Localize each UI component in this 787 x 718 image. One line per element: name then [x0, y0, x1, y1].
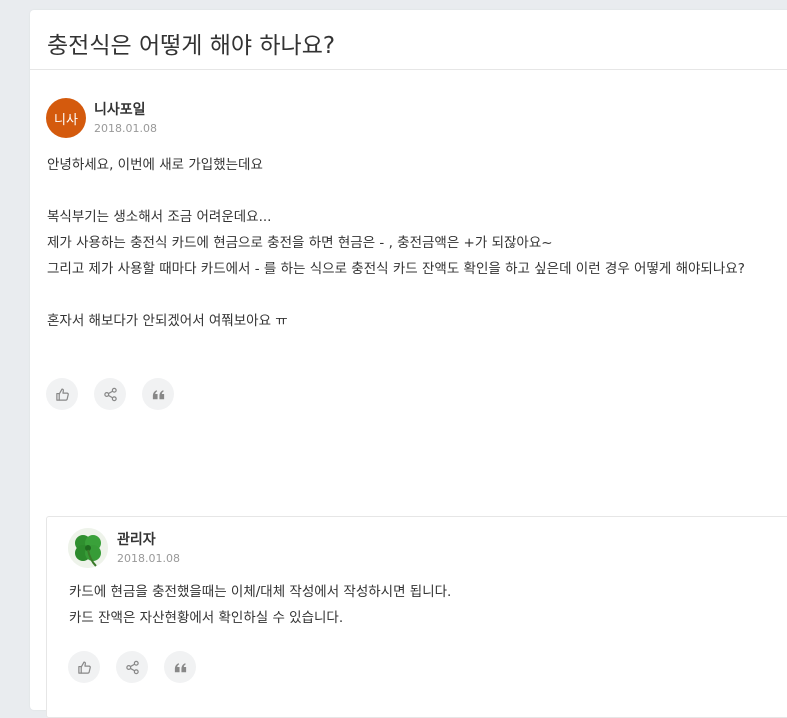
post-body-line: 안녕하세요, 이번에 새로 가입했는데요	[47, 157, 263, 173]
reply-body-line: 카드 잔액은 자산현황에서 확인하실 수 있습니다.	[69, 610, 344, 626]
page-title: 충전식은 어떻게 해야 하나요?	[47, 33, 336, 59]
reply-actions	[68, 651, 196, 683]
reply-author-name[interactable]: 관리자	[117, 529, 156, 549]
post-body-line: 그리고 제가 사용할 때마다 카드에서 - 를 하는 식으로 충전식 카드 잔액…	[47, 261, 745, 277]
quote-icon	[174, 662, 186, 672]
post-body-line	[47, 282, 787, 308]
like-icon	[55, 387, 69, 401]
post-body-line: 제가 사용하는 충전식 카드에 현금으로 충전을 하면 현금은 - , 충전금액…	[47, 235, 553, 251]
reply-body: 카드에 현금을 충전했을때는 이체/대체 작성에서 작성하시면 됩니다. 카드 …	[69, 579, 451, 631]
avatar[interactable]: 니사	[46, 98, 86, 138]
share-icon	[103, 387, 117, 401]
post-actions	[46, 378, 174, 410]
post-date: 2018.01.08	[94, 122, 157, 135]
post-body-line	[47, 178, 787, 204]
reply-avatar[interactable]	[68, 528, 108, 568]
avatar-text: 니사	[54, 112, 78, 128]
reply-share-button[interactable]	[116, 651, 148, 683]
title-divider	[30, 69, 787, 70]
share-button[interactable]	[94, 378, 126, 410]
like-button[interactable]	[46, 378, 78, 410]
post-body-line: 혼자서 해보다가 안되겠어서 여쭤보아요 ㅠ	[47, 313, 288, 329]
reply-like-button[interactable]	[68, 651, 100, 683]
quote-icon	[152, 389, 164, 399]
quote-button[interactable]	[142, 378, 174, 410]
like-icon	[77, 660, 91, 674]
reply-quote-button[interactable]	[164, 651, 196, 683]
share-icon	[125, 660, 139, 674]
reply-card: 관리자 2018.01.08 카드에 현금을 충전했을때는 이체/대체 작성에서…	[46, 516, 787, 718]
post-body: 안녕하세요, 이번에 새로 가입했는데요 복식부기는 생소해서 조금 어려운데요…	[47, 152, 787, 334]
reply-date: 2018.01.08	[117, 552, 180, 565]
author-name[interactable]: 니사포일	[94, 99, 146, 119]
reply-body-line: 카드에 현금을 충전했을때는 이체/대체 작성에서 작성하시면 됩니다.	[69, 584, 452, 600]
clover-icon	[68, 528, 108, 568]
post-body-line: 복식부기는 생소해서 조금 어려운데요...	[47, 209, 272, 225]
